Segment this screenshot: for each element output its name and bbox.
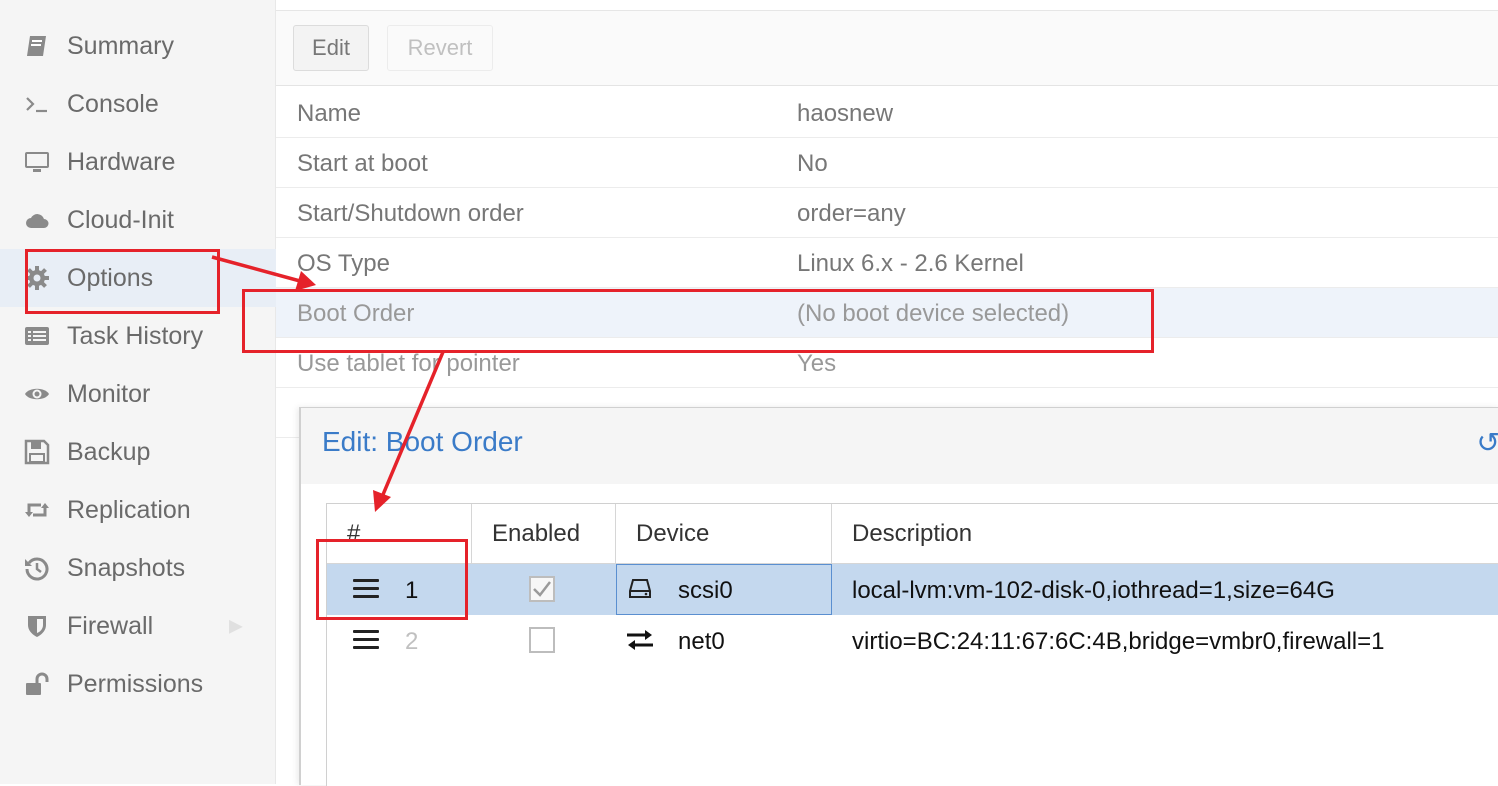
- boot-order-dialog: Edit: Boot Order ↺ # Enabled Device Desc…: [299, 407, 1498, 786]
- enabled-checkbox[interactable]: [529, 576, 555, 602]
- chevron-right-icon[interactable]: ▶: [229, 616, 243, 637]
- sidebar-item-permissions[interactable]: Permissions: [0, 655, 276, 713]
- column-header-enabled[interactable]: Enabled: [472, 504, 616, 564]
- option-value: order=any: [797, 200, 906, 227]
- desktop-icon: [22, 147, 52, 177]
- sidebar-item-snapshots[interactable]: Snapshots: [0, 539, 276, 597]
- sidebar: Summary Console Hardware Cloud-Init Opti…: [0, 0, 276, 784]
- revert-button[interactable]: Revert: [387, 25, 493, 71]
- history-icon: [22, 553, 52, 583]
- reset-icon[interactable]: ↺: [1477, 426, 1498, 459]
- column-header-description[interactable]: Description: [832, 504, 1498, 564]
- table-row[interactable]: 1 scsi0 local-lvm:vm-102-disk-0,iothread…: [327, 564, 1498, 615]
- drag-handle-icon[interactable]: [353, 630, 379, 650]
- sidebar-item-label: Snapshots: [67, 553, 186, 582]
- unlock-icon: [22, 669, 52, 699]
- option-key: Name: [297, 100, 362, 127]
- device-description: virtio=BC:24:11:67:6C:4B,bridge=vmbr0,fi…: [852, 628, 1385, 655]
- sidebar-item-console[interactable]: Console: [0, 75, 276, 133]
- hdd-icon: [627, 577, 653, 606]
- row-number: 2: [405, 628, 419, 655]
- cloud-icon: [22, 205, 52, 235]
- sidebar-item-label: Summary: [67, 31, 174, 60]
- option-row-name[interactable]: Name haosnew: [276, 88, 1498, 138]
- annotation-box-options: [25, 249, 220, 314]
- column-header-device[interactable]: Device: [616, 504, 832, 564]
- sidebar-item-label: Console: [67, 89, 159, 118]
- sidebar-item-firewall[interactable]: Firewall ▶: [0, 597, 276, 655]
- floppy-icon: [22, 437, 52, 467]
- sidebar-item-label: Replication: [67, 495, 191, 524]
- sidebar-item-label: Hardware: [67, 147, 176, 176]
- checkmark-icon: [533, 581, 551, 597]
- sidebar-item-replication[interactable]: Replication: [0, 481, 276, 539]
- sidebar-item-label: Monitor: [67, 379, 151, 408]
- sidebar-item-summary[interactable]: Summary: [0, 17, 276, 75]
- device-name: net0: [678, 628, 725, 655]
- sidebar-item-cloud-init[interactable]: Cloud-Init: [0, 191, 276, 249]
- dialog-header: Edit: Boot Order ↺: [301, 408, 1498, 484]
- enabled-checkbox[interactable]: [529, 627, 555, 653]
- sidebar-item-hardware[interactable]: Hardware: [0, 133, 276, 191]
- shield-icon: [22, 611, 52, 641]
- option-row-os-type[interactable]: OS Type Linux 6.x - 2.6 Kernel: [276, 238, 1498, 288]
- boot-order-grid: # Enabled Device Description 1 scsi0 loc…: [326, 503, 1498, 786]
- option-value: Linux 6.x - 2.6 Kernel: [797, 250, 1024, 277]
- terminal-icon: [22, 89, 52, 119]
- sidebar-item-task-history[interactable]: Task History: [0, 307, 276, 365]
- sidebar-item-label: Task History: [67, 321, 204, 350]
- retweet-icon: [22, 495, 52, 525]
- option-value: haosnew: [797, 100, 894, 127]
- list-icon: [22, 321, 52, 351]
- sidebar-item-label: Cloud-Init: [67, 205, 174, 234]
- device-name: scsi0: [678, 577, 733, 604]
- annotation-box-first-device: [316, 539, 468, 620]
- option-value: Yes: [797, 350, 837, 377]
- option-value: No: [797, 150, 828, 177]
- toolbar: Edit Revert: [276, 11, 1498, 86]
- sidebar-item-label: Permissions: [67, 669, 204, 698]
- option-row-start-at-boot[interactable]: Start at boot No: [276, 138, 1498, 188]
- edit-button[interactable]: Edit: [293, 25, 369, 71]
- book-icon: [22, 31, 52, 61]
- option-key: OS Type: [297, 250, 390, 277]
- device-description: local-lvm:vm-102-disk-0,iothread=1,size=…: [852, 577, 1335, 604]
- table-row[interactable]: 2 net0 virtio=BC:24:11:67:6C:4B,bridge=v…: [327, 615, 1498, 666]
- sidebar-item-backup[interactable]: Backup: [0, 423, 276, 481]
- eye-icon: [22, 379, 52, 409]
- annotation-box-boot-order: [242, 289, 1154, 353]
- option-row-start-shutdown-order[interactable]: Start/Shutdown order order=any: [276, 188, 1498, 238]
- sidebar-item-label: Firewall: [67, 611, 154, 640]
- sidebar-item-monitor[interactable]: Monitor: [0, 365, 276, 423]
- sidebar-item-label: Backup: [67, 437, 151, 466]
- dialog-title: Edit: Boot Order: [322, 426, 523, 457]
- option-key: Start/Shutdown order: [297, 200, 524, 227]
- option-key: Use tablet for pointer: [297, 350, 520, 377]
- option-key: Start at boot: [297, 150, 428, 177]
- exchange-icon: [625, 629, 655, 658]
